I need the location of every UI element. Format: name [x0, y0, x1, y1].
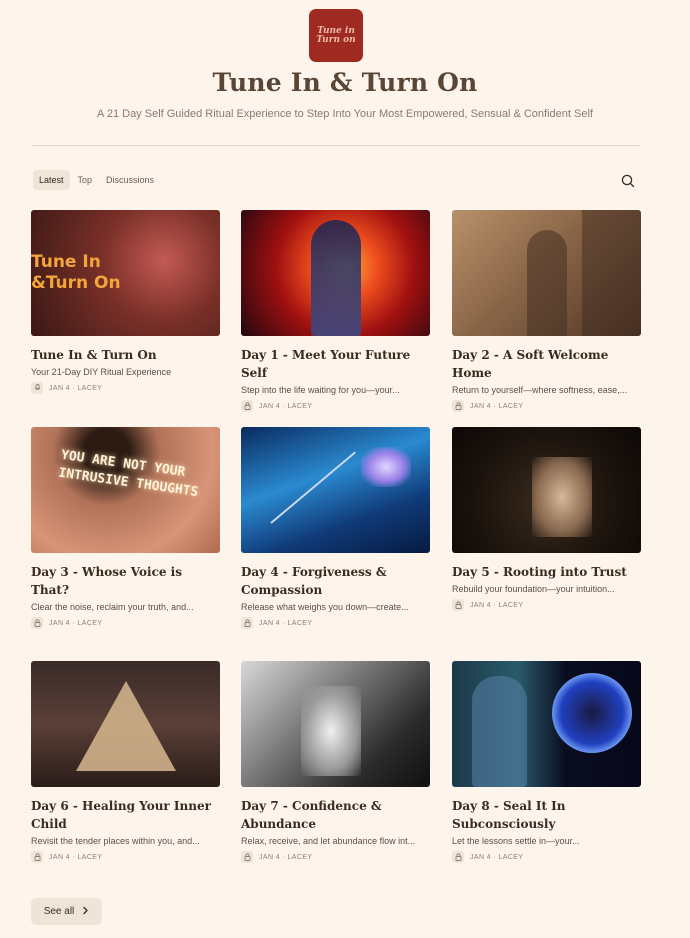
post-thumbnail: YOU ARE NOT YOUR INTRUSIVE THOUGHTS: [31, 427, 220, 553]
tab-top[interactable]: Top: [72, 170, 99, 190]
post-thumbnail: [241, 661, 430, 787]
post-card[interactable]: Day 5 - Rooting into Trust Rebuild your …: [452, 427, 641, 611]
post-description: Step into the life waiting for you—your.…: [241, 385, 400, 395]
post-description: Relax, receive, and let abundance flow i…: [241, 836, 416, 846]
page-subtitle: A 21 Day Self Guided Ritual Experience t…: [97, 108, 593, 120]
post-card[interactable]: Tune In &Turn On Tune In & Turn On Your …: [31, 210, 220, 394]
lock-icon: [31, 851, 43, 863]
post-title[interactable]: Day 5 - Rooting into Trust: [452, 563, 641, 581]
post-title[interactable]: Day 2 - A Soft Welcome Home: [452, 346, 641, 382]
post-meta: JAN 4 · LACEY: [452, 400, 641, 412]
post-description: Revisit the tender places within you, an…: [31, 836, 200, 846]
post-thumbnail: [241, 427, 430, 553]
post-card[interactable]: Day 7 - Confidence & Abundance Relax, re…: [241, 661, 430, 863]
tab-latest[interactable]: Latest: [33, 170, 70, 190]
tab-discussions[interactable]: Discussions: [100, 170, 160, 190]
post-title[interactable]: Tune In & Turn On: [31, 346, 220, 364]
post-date-author: JAN 4 · LACEY: [49, 384, 103, 392]
search-icon[interactable]: [620, 173, 636, 189]
thumbnail-text: YOU ARE NOT YOUR INTRUSIVE THOUGHTS: [57, 447, 200, 501]
post-date-author: JAN 4 · LACEY: [259, 402, 313, 410]
lock-icon: [452, 599, 464, 611]
post-meta: JAN 4 · LACEY: [241, 400, 430, 412]
post-title[interactable]: Day 4 - Forgiveness & Compassion: [241, 563, 430, 599]
mic-icon: [31, 382, 43, 394]
post-date-author: JAN 4 · LACEY: [470, 601, 524, 609]
logo-text-line2: Turn on: [316, 34, 356, 45]
post-date-author: JAN 4 · LACEY: [470, 402, 524, 410]
publication-logo[interactable]: Tune in Turn on: [309, 9, 363, 62]
lock-icon: [452, 851, 464, 863]
post-card[interactable]: Day 4 - Forgiveness & Compassion Release…: [241, 427, 430, 629]
post-meta: JAN 4 · LACEY: [452, 851, 641, 863]
post-description: Return to yourself—where softness, ease,…: [452, 385, 628, 395]
lock-icon: [241, 617, 253, 629]
post-meta: JAN 4 · LACEY: [31, 851, 220, 863]
lock-icon: [241, 400, 253, 412]
post-title[interactable]: Day 6 - Healing Your Inner Child: [31, 797, 220, 833]
see-all-label: See all: [43, 906, 75, 917]
post-date-author: JAN 4 · LACEY: [470, 853, 524, 861]
post-date-author: JAN 4 · LACEY: [259, 619, 313, 627]
chevron-right-icon: [82, 906, 89, 918]
post-date-author: JAN 4 · LACEY: [259, 853, 313, 861]
post-thumbnail: [452, 661, 641, 787]
post-description: Your 21-Day DIY Ritual Experience: [31, 367, 172, 377]
post-meta: JAN 4 · LACEY: [241, 617, 430, 629]
post-thumbnail: [452, 210, 641, 336]
header-divider: [31, 145, 641, 146]
lock-icon: [31, 617, 43, 629]
post-description: Clear the noise, reclaim your truth, and…: [31, 602, 194, 612]
lock-icon: [452, 400, 464, 412]
post-description: Let the lessons settle in—your...: [452, 836, 580, 846]
post-meta: JAN 4 · LACEY: [452, 599, 641, 611]
post-thumbnail: [452, 427, 641, 553]
post-card[interactable]: YOU ARE NOT YOUR INTRUSIVE THOUGHTS Day …: [31, 427, 220, 629]
post-card[interactable]: Day 6 - Healing Your Inner Child Revisit…: [31, 661, 220, 863]
see-all-button[interactable]: See all: [31, 898, 102, 925]
post-description: Release what weighs you down—create...: [241, 602, 409, 612]
post-grid: Tune In &Turn On Tune In & Turn On Your …: [31, 210, 641, 870]
post-card[interactable]: Day 1 - Meet Your Future Self Step into …: [241, 210, 430, 412]
post-date-author: JAN 4 · LACEY: [49, 619, 103, 627]
post-thumbnail: [241, 210, 430, 336]
post-thumbnail: [31, 661, 220, 787]
post-title[interactable]: Day 7 - Confidence & Abundance: [241, 797, 430, 833]
post-card[interactable]: Day 8 - Seal It In Subconsciously Let th…: [452, 661, 641, 863]
post-meta: JAN 4 · LACEY: [31, 617, 220, 629]
lock-icon: [241, 851, 253, 863]
post-title[interactable]: Day 3 - Whose Voice is That?: [31, 563, 220, 599]
post-meta: JAN 4 · LACEY: [31, 382, 220, 394]
post-title[interactable]: Day 8 - Seal It In Subconsciously: [452, 797, 641, 833]
page-title: Tune In & Turn On: [212, 68, 478, 97]
post-card[interactable]: Day 2 - A Soft Welcome Home Return to yo…: [452, 210, 641, 412]
post-thumbnail: Tune In &Turn On: [31, 210, 220, 336]
post-date-author: JAN 4 · LACEY: [49, 853, 103, 861]
feed-tabs: Latest Top Discussions: [33, 170, 160, 190]
post-meta: JAN 4 · LACEY: [241, 851, 430, 863]
post-description: Rebuild your foundation—your intuition..…: [452, 584, 615, 594]
thumbnail-text: Tune In &Turn On: [31, 252, 121, 293]
post-title[interactable]: Day 1 - Meet Your Future Self: [241, 346, 430, 382]
